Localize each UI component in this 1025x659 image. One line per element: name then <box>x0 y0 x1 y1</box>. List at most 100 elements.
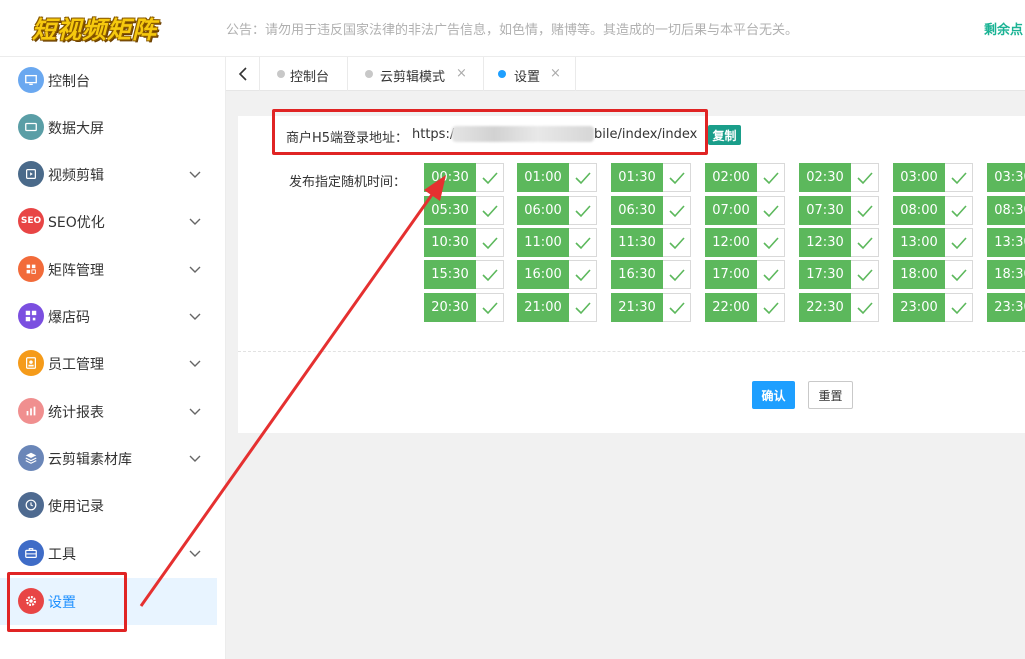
toolbox-icon <box>18 540 44 566</box>
tab-label: 设置 <box>514 70 541 85</box>
sidebar-item-label: 视频剪辑 <box>48 168 104 184</box>
chevron-down-icon[interactable] <box>188 546 202 560</box>
close-icon[interactable]: × <box>550 66 561 81</box>
time-option-checkbox[interactable]: 01:30 <box>611 163 691 192</box>
time-option-label: 16:00 <box>517 260 569 289</box>
sidebar-item-label: 员工管理 <box>48 357 104 373</box>
time-option-checkbox[interactable]: 17:30 <box>799 260 879 289</box>
time-option-checkbox[interactable]: 22:00 <box>705 293 785 322</box>
time-option-checkbox[interactable]: 02:00 <box>705 163 785 192</box>
check-icon <box>663 228 691 257</box>
time-option-label: 15:30 <box>424 260 476 289</box>
sidebar-item-toolbox[interactable]: 工具 <box>0 530 217 577</box>
copy-url-button[interactable]: 复制 <box>708 125 741 145</box>
chevron-left-icon <box>238 67 247 81</box>
time-option-checkbox[interactable]: 01:00 <box>517 163 597 192</box>
time-option-label: 20:30 <box>424 293 476 322</box>
sidebar-item-grid[interactable]: 矩阵管理 <box>0 246 217 293</box>
time-option-checkbox[interactable]: 23:00 <box>893 293 973 322</box>
time-option-checkbox[interactable]: 03:00 <box>893 163 973 192</box>
chevron-down-icon[interactable] <box>188 167 202 181</box>
time-option-checkbox[interactable]: 08:30 <box>987 196 1025 225</box>
sidebar-item-seo[interactable]: SEO SEO优化 <box>0 198 217 245</box>
reset-button[interactable]: 重置 <box>808 381 853 409</box>
time-option-label: 01:30 <box>611 163 663 192</box>
time-option-label: 11:00 <box>517 228 569 257</box>
time-option-checkbox[interactable]: 18:30 <box>987 260 1025 289</box>
check-icon <box>757 228 785 257</box>
layers-icon <box>18 445 44 471</box>
chevron-down-icon[interactable] <box>188 404 202 418</box>
check-icon <box>945 228 973 257</box>
sidebar-item-video[interactable]: 视频剪辑 <box>0 151 217 198</box>
time-option-label: 17:30 <box>799 260 851 289</box>
time-option-checkbox[interactable]: 08:00 <box>893 196 973 225</box>
top-header: 短视频矩阵 公告：请勿用于违反国家法律的非法广告信息，如色情，赌博等。其造成的一… <box>0 0 1025 57</box>
tab-label: 控制台 <box>290 70 330 85</box>
sidebar-item-monitor[interactable]: 控制台 <box>0 57 217 104</box>
remaining-points-link[interactable]: 剩余点 <box>984 19 1023 38</box>
tab-back-button[interactable] <box>226 57 260 91</box>
time-option-checkbox[interactable]: 15:30 <box>424 260 504 289</box>
time-option-label: 00:30 <box>424 163 476 192</box>
time-option-checkbox[interactable]: 07:30 <box>799 196 879 225</box>
time-option-checkbox[interactable]: 05:30 <box>424 196 504 225</box>
time-option-checkbox[interactable]: 00:30 <box>424 163 504 192</box>
time-option-checkbox[interactable]: 21:00 <box>517 293 597 322</box>
tab-bar: 控制台 云剪辑模式 × 设置 × <box>226 57 1025 91</box>
app-logo[interactable]: 短视频矩阵 <box>32 10 157 45</box>
qrcode-icon <box>18 303 44 329</box>
chevron-down-icon[interactable] <box>188 214 202 228</box>
time-option-checkbox[interactable]: 20:30 <box>424 293 504 322</box>
time-option-checkbox[interactable]: 12:00 <box>705 228 785 257</box>
clock-icon <box>18 492 44 518</box>
time-option-checkbox[interactable]: 06:30 <box>611 196 691 225</box>
time-option-checkbox[interactable]: 03:30 <box>987 163 1025 192</box>
time-option-checkbox[interactable]: 02:30 <box>799 163 879 192</box>
sidebar-item-layers[interactable]: 云剪辑素材库 <box>0 435 217 482</box>
sidebar-item-chart[interactable]: 统计报表 <box>0 388 217 435</box>
tab-dot-icon <box>365 70 373 78</box>
tab-cloud-edit-mode[interactable]: 云剪辑模式 × <box>348 57 484 91</box>
check-icon <box>569 293 597 322</box>
time-option-checkbox[interactable]: 06:00 <box>517 196 597 225</box>
time-option-checkbox[interactable]: 16:00 <box>517 260 597 289</box>
chevron-down-icon[interactable] <box>188 356 202 370</box>
check-icon <box>945 293 973 322</box>
time-option-label: 07:00 <box>705 196 757 225</box>
sidebar-item-qrcode[interactable]: 爆店码 <box>0 293 217 340</box>
time-option-checkbox[interactable]: 16:30 <box>611 260 691 289</box>
sidebar-item-screen[interactable]: 数据大屏 <box>0 104 217 151</box>
time-option-checkbox[interactable]: 10:30 <box>424 228 504 257</box>
time-option-checkbox[interactable]: 13:30 <box>987 228 1025 257</box>
sidebar-item-employee[interactable]: 员工管理 <box>0 340 217 387</box>
close-icon[interactable]: × <box>456 66 467 81</box>
check-icon <box>476 196 504 225</box>
chevron-down-icon[interactable] <box>188 309 202 323</box>
tab-settings[interactable]: 设置 × <box>484 57 576 91</box>
tab-dot-icon <box>498 70 506 78</box>
check-icon <box>663 196 691 225</box>
highlight-box-settings <box>7 572 127 632</box>
time-option-checkbox[interactable]: 07:00 <box>705 196 785 225</box>
chevron-down-icon[interactable] <box>188 451 202 465</box>
time-option-checkbox[interactable]: 23:30 <box>987 293 1025 322</box>
time-option-checkbox[interactable]: 21:30 <box>611 293 691 322</box>
check-icon <box>757 196 785 225</box>
check-icon <box>851 163 879 192</box>
time-option-checkbox[interactable]: 17:00 <box>705 260 785 289</box>
seo-icon: SEO <box>18 208 44 234</box>
check-icon <box>663 163 691 192</box>
tab-dashboard[interactable]: 控制台 <box>260 57 348 91</box>
time-option-checkbox[interactable]: 18:00 <box>893 260 973 289</box>
time-option-label: 13:30 <box>987 228 1025 257</box>
time-option-checkbox[interactable]: 11:30 <box>611 228 691 257</box>
time-option-checkbox[interactable]: 12:30 <box>799 228 879 257</box>
time-option-checkbox[interactable]: 11:00 <box>517 228 597 257</box>
time-option-checkbox[interactable]: 13:00 <box>893 228 973 257</box>
chevron-down-icon[interactable] <box>188 262 202 276</box>
sidebar-item-clock[interactable]: 使用记录 <box>0 482 217 529</box>
confirm-button[interactable]: 确认 <box>752 381 795 409</box>
time-option-checkbox[interactable]: 22:30 <box>799 293 879 322</box>
card-divider <box>238 351 1025 352</box>
